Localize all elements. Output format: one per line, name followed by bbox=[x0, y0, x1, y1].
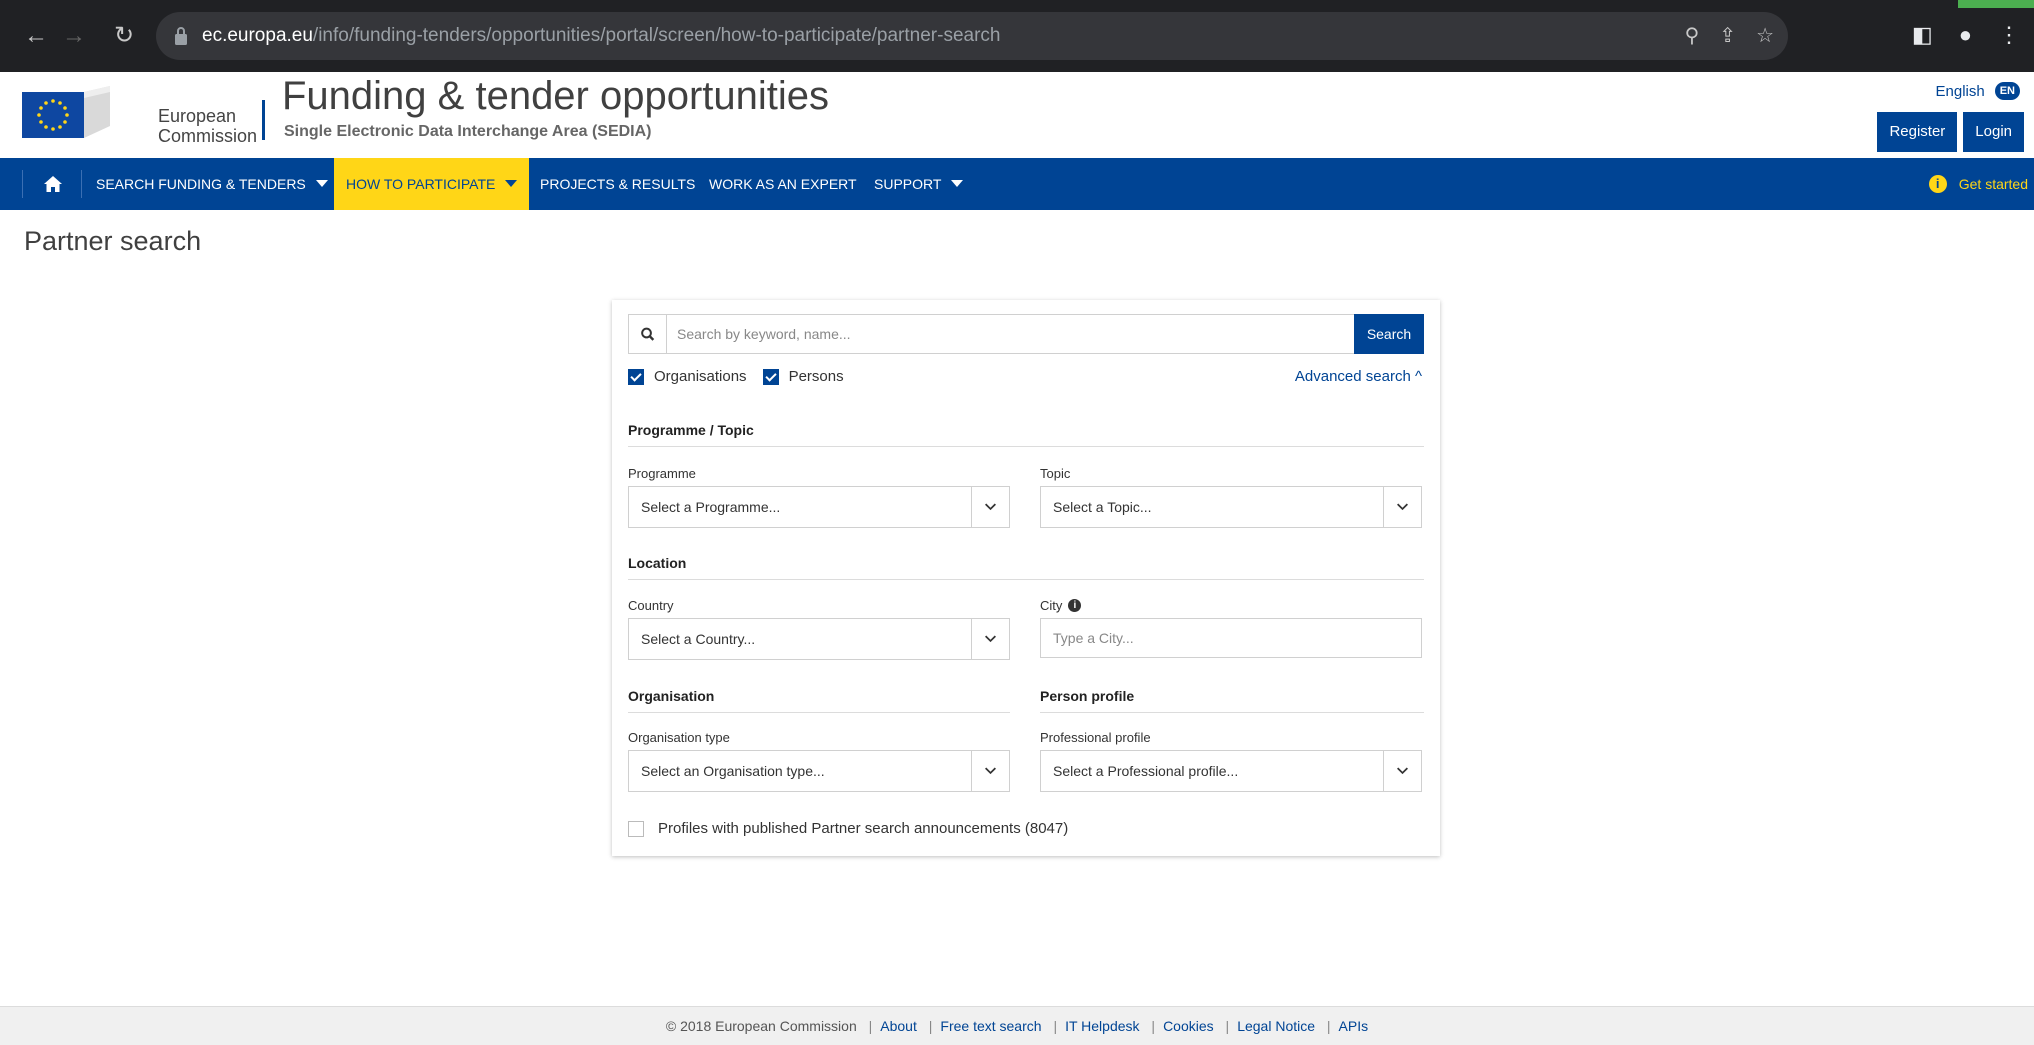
chevron-down-icon bbox=[1383, 487, 1408, 527]
address-bar[interactable]: ec.europa.eu/info/funding-tenders/opport… bbox=[156, 12, 1788, 60]
profile-icon[interactable]: ● bbox=[1959, 20, 1972, 50]
programme-select[interactable]: Select a Programme... bbox=[628, 486, 1010, 528]
language-code-badge: EN bbox=[1994, 82, 2020, 100]
announcements-filter: Profiles with published Partner search a… bbox=[628, 820, 1068, 837]
forward-arrow-icon[interactable]: → bbox=[58, 20, 90, 52]
country-label: Country bbox=[628, 598, 674, 613]
footer-link-legal-notice[interactable]: Legal Notice bbox=[1237, 1018, 1315, 1034]
page-footer: © 2018 European Commission | About | Free … bbox=[0, 1006, 2034, 1045]
chevron-down-icon bbox=[951, 180, 964, 187]
chevron-down-icon bbox=[971, 619, 996, 659]
country-select[interactable]: Select a Country... bbox=[628, 618, 1010, 660]
type-filters: Organisations Persons bbox=[628, 368, 844, 385]
get-started-link[interactable]: i Get started bbox=[1928, 158, 2028, 210]
share-icon[interactable]: ⇪ bbox=[1719, 22, 1736, 50]
info-icon: i bbox=[1928, 175, 1947, 193]
prof-profile-label: Professional profile bbox=[1040, 730, 1151, 745]
language-selector[interactable]: English EN bbox=[1936, 82, 2020, 100]
section-divider bbox=[628, 579, 1424, 580]
organisations-label: Organisations bbox=[654, 368, 747, 385]
reload-icon[interactable]: ↻ bbox=[108, 20, 140, 52]
green-corner-marker bbox=[1958, 0, 2034, 8]
prof-profile-select[interactable]: Select a Professional profile... bbox=[1040, 750, 1422, 792]
nav-home[interactable] bbox=[22, 170, 82, 198]
footer-copyright: © 2018 European Commission bbox=[665, 1018, 857, 1034]
footer-link-about[interactable]: About bbox=[880, 1018, 917, 1034]
header-separator bbox=[262, 100, 265, 140]
section-divider bbox=[628, 446, 1424, 447]
city-label: City i bbox=[1040, 598, 1082, 613]
chevron-down-icon bbox=[315, 180, 328, 187]
back-arrow-icon[interactable]: ← bbox=[20, 20, 52, 52]
footer-link-it-helpdesk[interactable]: IT Helpdesk bbox=[1065, 1018, 1139, 1034]
organisations-checkbox[interactable] bbox=[628, 368, 644, 385]
topic-select[interactable]: Select a Topic... bbox=[1040, 486, 1422, 528]
get-started-label: Get started bbox=[1958, 176, 2028, 192]
ec-name: European Commission bbox=[158, 106, 258, 146]
org-type-value: Select an Organisation type... bbox=[641, 763, 825, 779]
programme-label: Programme bbox=[628, 466, 696, 481]
search-icon bbox=[641, 315, 667, 353]
country-value: Select a Country... bbox=[641, 631, 756, 647]
site-subtitle: Single Electronic Data Interchange Area … bbox=[284, 123, 652, 140]
persons-checkbox[interactable] bbox=[762, 368, 779, 385]
chevron-down-icon bbox=[1383, 751, 1408, 791]
topic-label: Topic bbox=[1040, 466, 1071, 481]
menu-kebab-icon[interactable]: ⋮ bbox=[1998, 20, 2020, 50]
side-panel-icon[interactable]: ◧ bbox=[1912, 20, 1933, 50]
search-input[interactable] bbox=[669, 315, 1349, 353]
nav-projects-results[interactable]: PROJECTS & RESULTS bbox=[540, 158, 695, 210]
zoom-icon[interactable]: ⚲ bbox=[1685, 22, 1700, 50]
city-input[interactable] bbox=[1040, 618, 1422, 658]
section-divider bbox=[1040, 712, 1424, 713]
footer-link-free-text-search[interactable]: Free text search bbox=[940, 1018, 1041, 1034]
browser-toolbar: ← → ↻ ec.europa.eu/info/funding-tenders/… bbox=[0, 0, 2034, 72]
announcements-checkbox[interactable] bbox=[628, 820, 644, 837]
nav-support[interactable]: SUPPORT bbox=[874, 158, 964, 210]
register-button[interactable]: Register bbox=[1877, 112, 1958, 152]
org-type-select[interactable]: Select an Organisation type... bbox=[628, 750, 1010, 792]
eu-flag-icon bbox=[22, 86, 110, 138]
section-person-profile: Person profile bbox=[1040, 688, 1135, 704]
search-bar: Search bbox=[628, 314, 1424, 354]
chevron-down-icon bbox=[505, 180, 518, 187]
chevron-down-icon bbox=[971, 487, 996, 527]
url-text: ec.europa.eu/info/funding-tenders/opport… bbox=[202, 25, 1001, 46]
nav-search-funding[interactable]: SEARCH FUNDING & TENDERS bbox=[96, 158, 328, 210]
info-icon[interactable]: i bbox=[1068, 599, 1082, 612]
footer-link-apis[interactable]: APIs bbox=[1339, 1018, 1369, 1034]
section-divider bbox=[628, 712, 1010, 713]
lock-icon bbox=[175, 27, 187, 45]
site-title[interactable]: Funding & tender opportunities bbox=[282, 74, 829, 119]
announcements-label: Profiles with published Partner search a… bbox=[658, 820, 1069, 837]
advanced-search-toggle[interactable]: Advanced search ^ bbox=[1295, 368, 1422, 385]
site-header: European Commission Funding & tender opp… bbox=[0, 72, 2034, 158]
main-nav: SEARCH FUNDING & TENDERS HOW TO PARTICIP… bbox=[0, 158, 2034, 210]
login-button[interactable]: Login bbox=[1963, 112, 2024, 152]
section-programme-topic: Programme / Topic bbox=[628, 422, 754, 438]
page-title: Partner search bbox=[24, 226, 202, 256]
language-label: English bbox=[1935, 82, 1985, 100]
prof-profile-value: Select a Professional profile... bbox=[1053, 763, 1239, 779]
section-organisation: Organisation bbox=[628, 688, 715, 704]
footer-link-cookies[interactable]: Cookies bbox=[1163, 1018, 1214, 1034]
nav-how-to-participate[interactable]: HOW TO PARTICIPATE bbox=[334, 158, 530, 210]
nav-work-as-expert[interactable]: WORK AS AN EXPERT bbox=[709, 158, 857, 210]
partner-search-panel: Search Organisations Persons Advanced se… bbox=[612, 300, 1440, 856]
org-type-label: Organisation type bbox=[628, 730, 730, 745]
chevron-down-icon bbox=[971, 751, 996, 791]
topic-value: Select a Topic... bbox=[1053, 499, 1152, 515]
persons-label: Persons bbox=[788, 368, 844, 385]
ec-logo[interactable]: European Commission bbox=[22, 78, 270, 150]
star-icon[interactable]: ☆ bbox=[1756, 22, 1774, 50]
search-button[interactable]: Search bbox=[1354, 314, 1424, 354]
home-icon bbox=[44, 176, 62, 192]
programme-value: Select a Programme... bbox=[641, 499, 781, 515]
section-location: Location bbox=[628, 555, 687, 571]
